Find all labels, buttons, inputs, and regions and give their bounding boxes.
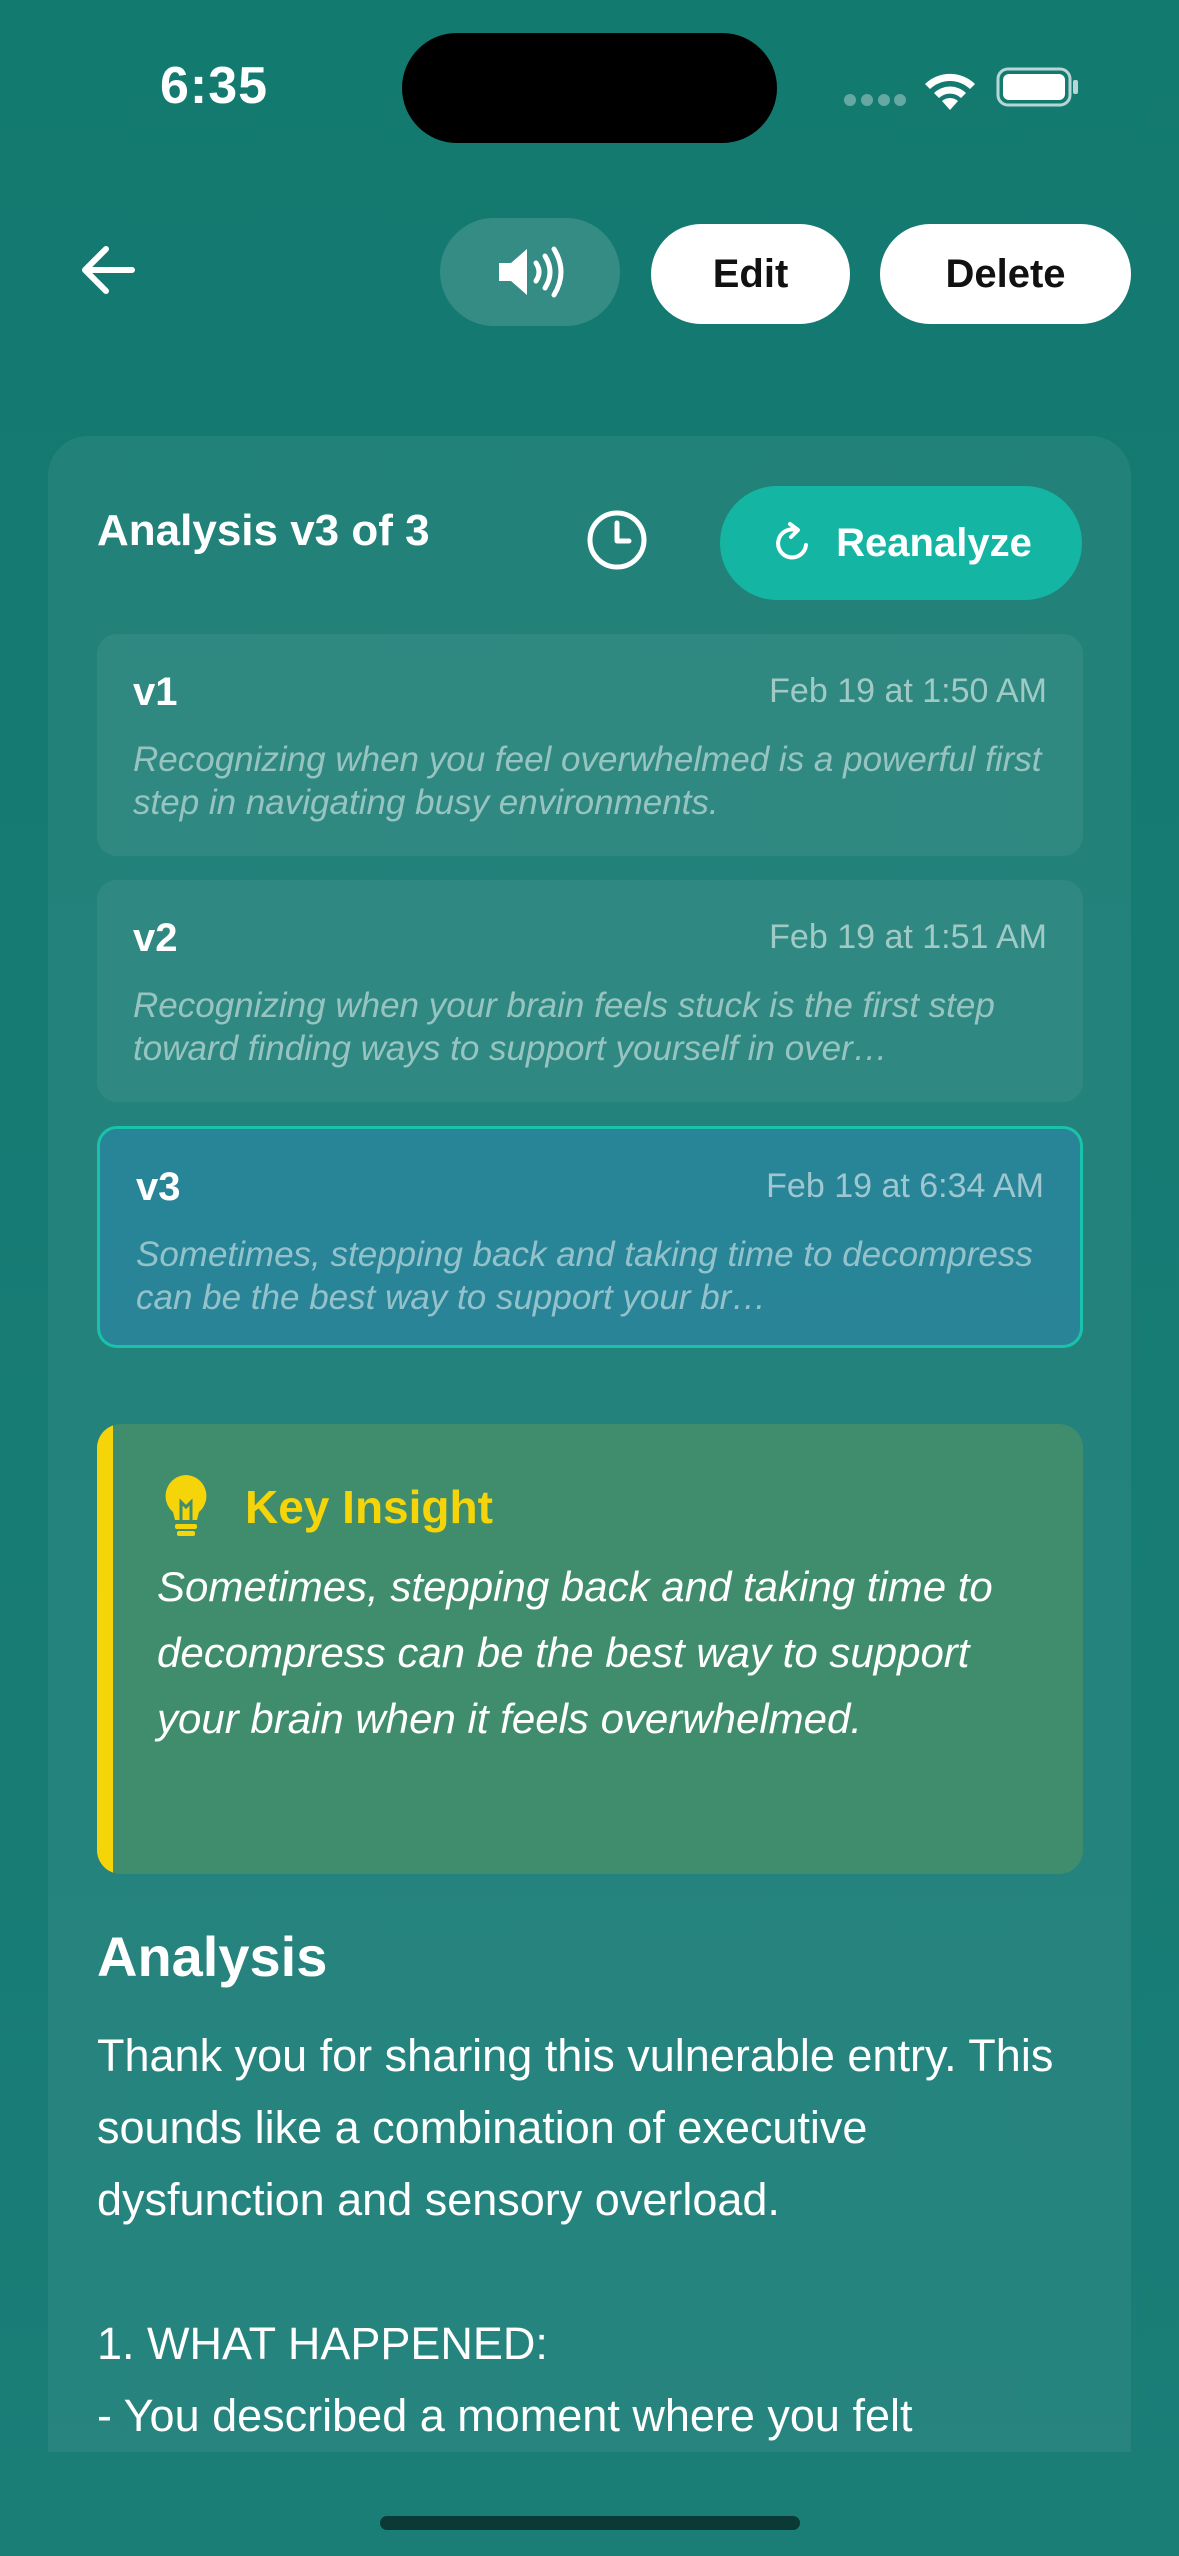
bottom-safe-area <box>0 2452 1179 2556</box>
status-time: 6:35 <box>160 57 269 115</box>
version-label: v2 <box>133 916 178 960</box>
analysis-body-text: Thank you for sharing this vulnerable en… <box>97 2030 1054 2441</box>
version-snippet: Sometimes, stepping back and taking time… <box>136 1235 1033 1317</box>
back-button[interactable] <box>70 232 146 308</box>
version-date: Feb 19 at 6:34 AM <box>766 1167 1044 1205</box>
arrow-left-icon <box>82 246 135 294</box>
version-item-v3[interactable]: v3 Feb 19 at 6:34 AM Sometimes, stepping… <box>97 1126 1083 1348</box>
edit-button[interactable]: Edit <box>651 224 850 324</box>
insight-title: Key Insight <box>245 1481 493 1533</box>
reanalyze-button[interactable]: Reanalyze <box>720 486 1082 600</box>
reanalyze-label: Reanalyze <box>836 520 1032 565</box>
battery-icon <box>996 67 1078 107</box>
analysis-version-header: Analysis v3 of 3 <box>97 506 430 555</box>
refresh-icon <box>776 522 809 560</box>
delete-button[interactable]: Delete <box>880 224 1131 324</box>
lightbulb-icon <box>165 1475 207 1536</box>
version-date: Feb 19 at 1:50 AM <box>769 672 1047 710</box>
version-snippet: Recognizing when you feel overwhelmed is… <box>133 740 1042 822</box>
clock-icon[interactable] <box>585 508 649 572</box>
read-aloud-button[interactable] <box>440 218 620 326</box>
analysis-section-title: Analysis <box>97 1925 328 1988</box>
wifi-icon <box>925 73 975 110</box>
speaker-wave-icon <box>499 246 564 298</box>
status-bar: 6:35 <box>0 0 1179 176</box>
version-item-v1[interactable]: v1 Feb 19 at 1:50 AM Recognizing when yo… <box>97 634 1083 856</box>
version-label: v3 <box>136 1165 181 1209</box>
version-label: v1 <box>133 670 178 714</box>
home-indicator[interactable] <box>380 2516 800 2530</box>
key-insight-box: Key Insight Sometimes, stepping back and… <box>97 1424 1083 1874</box>
analysis-card: Analysis v3 of 3 Reanalyze v1 Feb 19 at … <box>48 436 1131 2456</box>
version-snippet: Recognizing when your brain feels stuck … <box>133 986 995 1068</box>
insight-accent-bar <box>97 1424 113 1874</box>
version-item-v2[interactable]: v2 Feb 19 at 1:51 AM Recognizing when yo… <box>97 880 1083 1102</box>
version-date: Feb 19 at 1:51 AM <box>769 918 1047 956</box>
cellular-signal-icon <box>844 94 906 106</box>
insight-text: Sometimes, stepping back and taking time… <box>157 1563 993 1742</box>
dynamic-island <box>402 33 777 143</box>
